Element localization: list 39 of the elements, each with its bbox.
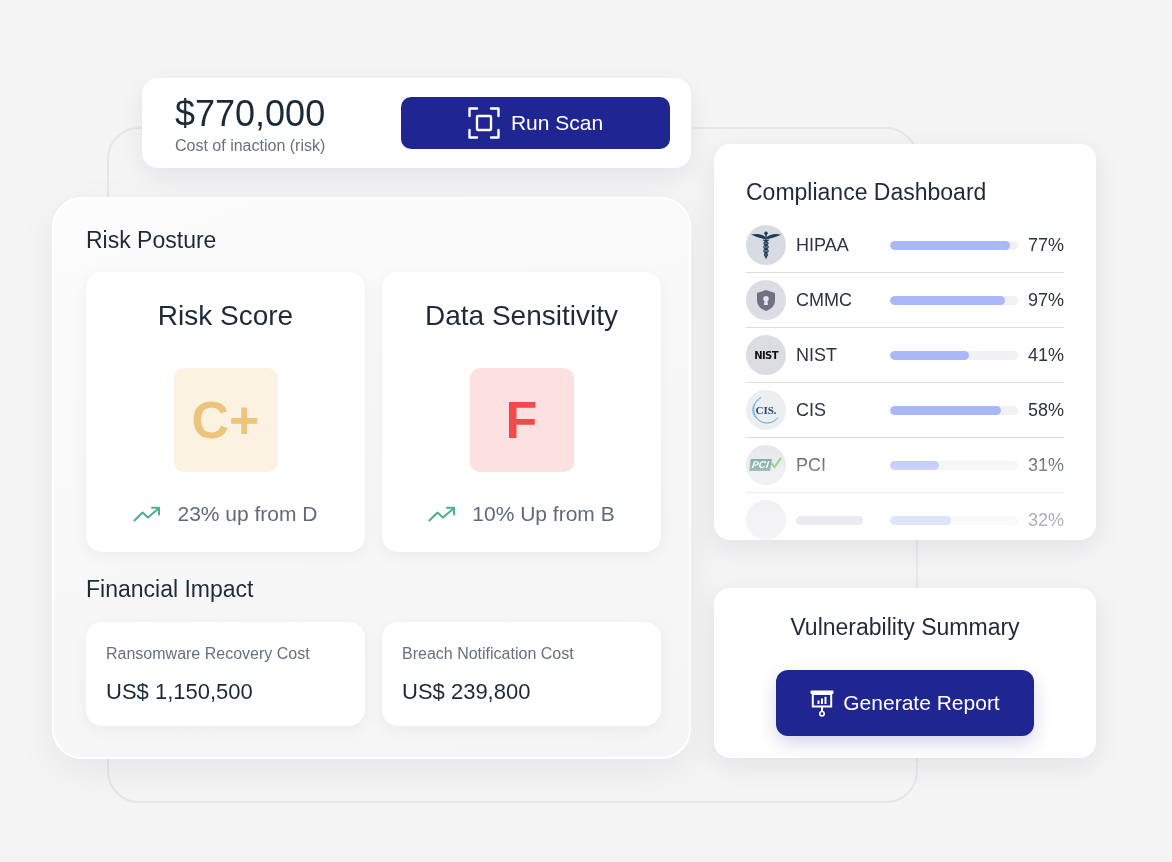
compliance-percent: 58% (1027, 399, 1064, 421)
cost-label: Breach Notification Cost (402, 644, 575, 664)
card-title: Compliance Dashboard (746, 178, 988, 206)
trend-text: 10% Up from B (472, 501, 615, 527)
logo-placeholder-icon (746, 500, 786, 540)
pci-logo: PCI (746, 445, 786, 485)
framework-name: PCI (796, 454, 827, 476)
framework-name: CMMC (796, 289, 853, 311)
compliance-percent: 31% (1027, 454, 1064, 476)
generate-report-button[interactable]: Generate Report (776, 670, 1034, 736)
cis-logo: CIS. (746, 390, 786, 430)
cost-caption: Cost of inaction (risk) (175, 136, 326, 156)
caduceus-icon (746, 225, 786, 265)
nist-logo: NIST (746, 335, 786, 375)
score-title: Data Sensitivity (425, 299, 618, 333)
framework-name: NIST (796, 344, 838, 366)
trend-up-icon (133, 506, 162, 522)
trend-up-icon (428, 506, 457, 522)
section-title: Risk Posture (86, 227, 218, 253)
presentation-chart-icon (810, 689, 835, 717)
shield-keyhole-icon (746, 280, 786, 320)
cost-label: Ransomware Recovery Cost (106, 644, 311, 664)
compliance-percent: 32% (1027, 509, 1064, 531)
cost-amount: $770,000 (175, 94, 326, 134)
score-title: Risk Score (157, 299, 294, 333)
card-title: Vulnerability Summary (790, 613, 1020, 641)
compliance-percent: 97% (1027, 289, 1064, 311)
grade-tile: F (469, 368, 574, 472)
cost-value: US$ 239,800 (402, 678, 532, 706)
framework-name: HIPAA (796, 234, 850, 256)
grade-tile: C+ (173, 368, 278, 472)
framework-name: CIS (796, 399, 827, 421)
section-title: Financial Impact (86, 576, 255, 602)
compliance-percent: 41% (1027, 344, 1064, 366)
run-scan-button[interactable]: Run Scan (401, 97, 670, 149)
cost-value: US$ 1,150,500 (106, 678, 254, 706)
scan-icon (467, 107, 500, 139)
trend-text: 23% up from D (177, 501, 318, 527)
compliance-percent: 77% (1027, 234, 1064, 256)
